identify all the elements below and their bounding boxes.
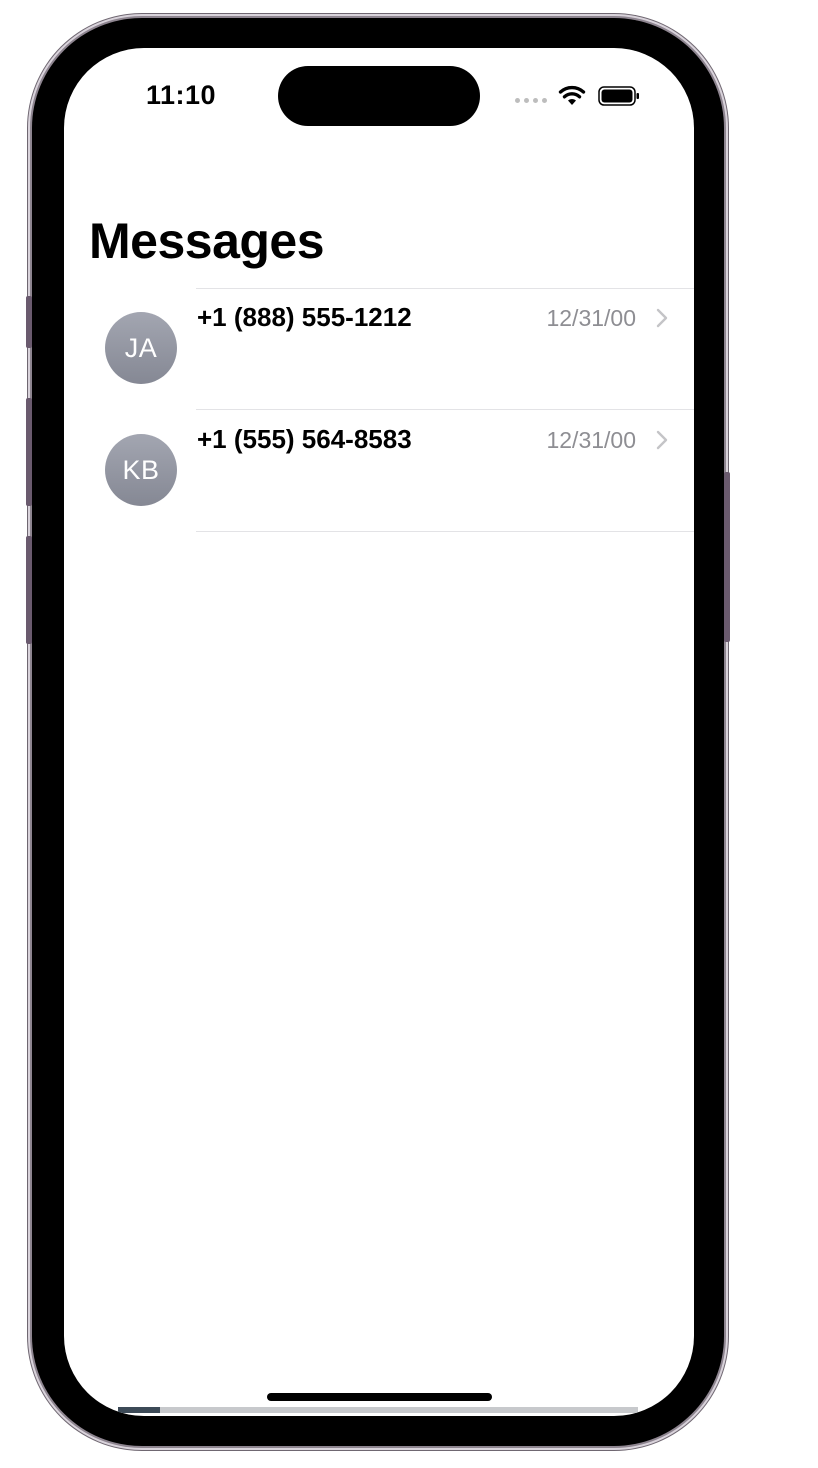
status-time: 11:10 [146, 80, 217, 110]
volume-up-button [26, 398, 32, 506]
chevron-right-icon [656, 308, 668, 328]
contact-phone: +1 (888) 555-1212 [197, 302, 412, 332]
contact-phone: +1 (555) 564-8583 [197, 424, 412, 454]
bottom-strip [118, 1407, 638, 1413]
page-title: Messages [89, 213, 325, 269]
battery-icon [598, 86, 639, 106]
action-button [26, 296, 32, 348]
chevron-right-icon [656, 430, 668, 450]
row-divider [196, 531, 694, 532]
avatar: JA [105, 312, 177, 384]
volume-down-button [26, 536, 32, 644]
message-date: 12/31/00 [546, 427, 636, 453]
dynamic-island [278, 66, 480, 126]
status-bar: 11:10 [64, 48, 694, 148]
row-divider [196, 288, 694, 289]
avatar: KB [105, 434, 177, 506]
conversation-row[interactable]: JA +1 (888) 555-1212 12/31/00 [64, 288, 694, 410]
power-button [724, 472, 730, 642]
conversation-row[interactable]: KB +1 (555) 564-8583 12/31/00 [64, 410, 694, 532]
cellular-signal-icon [515, 98, 547, 103]
home-indicator[interactable] [267, 1393, 492, 1401]
screen: 11:10 Messages JA +1 (888) 555-1212 12/3… [64, 48, 694, 1416]
wifi-icon [558, 85, 586, 105]
bottom-strip-segment [118, 1407, 160, 1413]
conversation-list: JA +1 (888) 555-1212 12/31/00 KB +1 (555… [64, 288, 694, 532]
message-date: 12/31/00 [546, 305, 636, 331]
